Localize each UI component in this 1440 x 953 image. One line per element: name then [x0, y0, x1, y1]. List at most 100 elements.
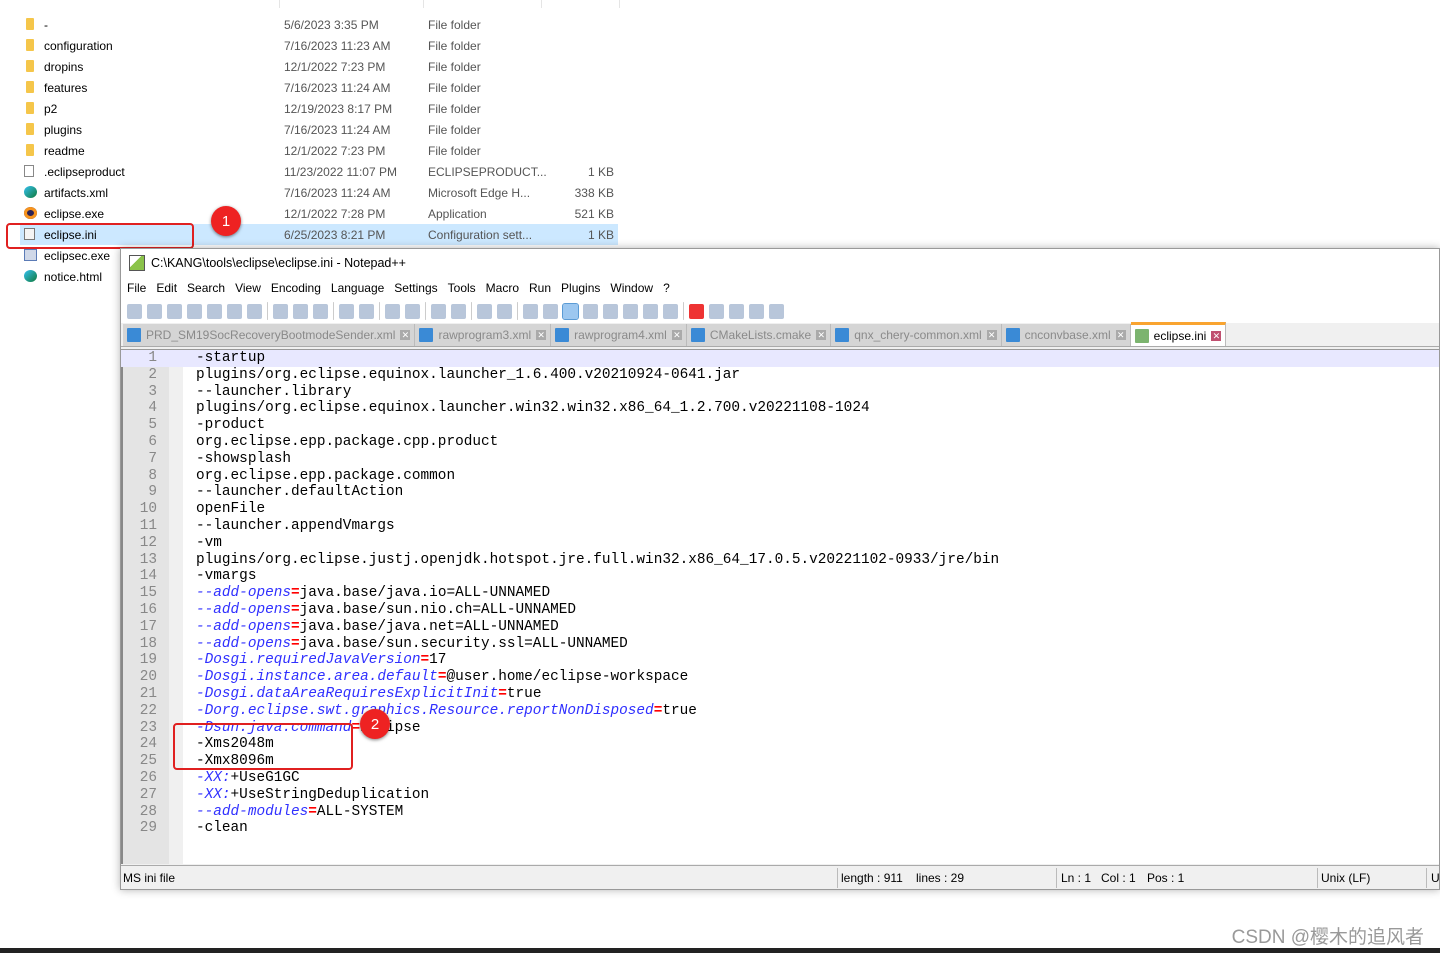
- sync-h-icon[interactable]: [497, 303, 512, 319]
- file-row[interactable]: plugins 7/16/2023 11:24 AM File folder: [20, 119, 618, 140]
- close-tab-icon[interactable]: ✕: [536, 330, 547, 340]
- redo-icon[interactable]: [359, 303, 374, 319]
- tab-prd-sm19socrecoverybootmodesender-xml[interactable]: PRD_SM19SocRecoveryBootmodeSender.xml ✕: [123, 324, 416, 346]
- line-number: 6: [148, 433, 157, 450]
- line-content: -Dorg.eclipse.swt.graphics.Resource.repo…: [196, 703, 697, 720]
- operator: =: [291, 618, 300, 635]
- folder-icon: [26, 60, 34, 72]
- menu-file[interactable]: File: [127, 281, 146, 295]
- save-icon[interactable]: [167, 303, 182, 319]
- line-number: 10: [139, 501, 157, 518]
- save-macro-icon[interactable]: [769, 303, 784, 319]
- close-tab-icon[interactable]: ✕: [400, 330, 411, 340]
- code-line: 26 -XX:+UseG1GC: [121, 770, 1439, 787]
- copy-icon[interactable]: [293, 303, 308, 319]
- code-line: 12 -vm: [121, 535, 1439, 552]
- text: org.eclipse.epp.package.common: [196, 467, 456, 484]
- menu-search[interactable]: Search: [187, 281, 225, 295]
- show-all-icon[interactable]: [543, 303, 558, 319]
- code-line: 21 -Dosgi.dataAreaRequiresExplicitInit=tr…: [121, 686, 1439, 703]
- zoom-in-icon[interactable]: [431, 303, 446, 319]
- tab-cnconvbase-xml[interactable]: cnconvbase.xml ✕: [1001, 324, 1131, 346]
- file-row[interactable]: configuration 7/16/2023 11:23 AM File fold…: [20, 35, 618, 56]
- line-number: 29: [139, 820, 157, 837]
- tab-qnx-chery-common-xml[interactable]: qnx_chery-common.xml ✕: [831, 324, 1002, 346]
- replace-icon[interactable]: [405, 303, 420, 319]
- menu-window[interactable]: Window: [610, 281, 653, 295]
- operator: =: [308, 803, 317, 820]
- status-eol[interactable]: Unix (LF): [1321, 871, 1370, 885]
- file-row[interactable]: readme 12/1/2022 7:23 PM File folder: [20, 140, 618, 161]
- record-macro-icon[interactable]: [689, 303, 704, 319]
- func-list-icon[interactable]: [623, 303, 638, 319]
- find-icon[interactable]: [385, 303, 400, 319]
- monitor-icon[interactable]: [663, 303, 678, 319]
- file-row[interactable]: artifacts.xml 7/16/2023 11:24 AM Microsoft…: [20, 182, 618, 203]
- line-content: -vm: [196, 535, 222, 552]
- user-lang-icon[interactable]: [583, 303, 598, 319]
- tab-rawprogram3-xml[interactable]: rawprogram3.xml ✕: [415, 324, 552, 346]
- text: -vmargs: [196, 568, 257, 585]
- tab-cmakelists-cmake[interactable]: CMakeLists.cmake ✕: [686, 324, 832, 346]
- save-all-icon[interactable]: [187, 303, 202, 319]
- code-line: 2 plugins/org.eclipse.equinox.launcher_1.…: [121, 367, 1439, 384]
- menu-view[interactable]: View: [235, 281, 261, 295]
- undo-icon[interactable]: [339, 303, 354, 319]
- keyword: -Dosgi.dataAreaRequiresExplicitInit: [196, 685, 499, 702]
- play-macro-icon[interactable]: [729, 303, 744, 319]
- menu-run[interactable]: Run: [529, 281, 551, 295]
- tab-label: PRD_SM19SocRecoveryBootmodeSender.xml: [146, 328, 396, 342]
- tab-rawprogram4-xml[interactable]: rawprogram4.xml ✕: [551, 324, 687, 346]
- menu-edit[interactable]: Edit: [156, 281, 177, 295]
- close-tab-icon[interactable]: ✕: [1115, 330, 1126, 340]
- file-row[interactable]: - 5/6/2023 3:35 PM File folder: [20, 14, 618, 35]
- sync-v-icon[interactable]: [477, 303, 492, 319]
- close-tab-icon[interactable]: ✕: [1211, 330, 1222, 341]
- text: -showsplash: [196, 450, 291, 467]
- operator: =: [291, 635, 300, 652]
- menu-tools[interactable]: Tools: [448, 281, 476, 295]
- menu-encoding[interactable]: Encoding: [271, 281, 321, 295]
- code-line: 6 org.eclipse.epp.package.cpp.product: [121, 434, 1439, 451]
- file-name: eclipsec.exe: [44, 248, 111, 263]
- code-editor[interactable]: 1 -startup 2 plugins/org.eclipse.equinox.la…: [121, 349, 1439, 864]
- close-all-icon[interactable]: [227, 303, 242, 319]
- wrap-icon[interactable]: [523, 303, 538, 319]
- zoom-out-icon[interactable]: [451, 303, 466, 319]
- status-encoding[interactable]: U: [1431, 871, 1440, 885]
- print-icon[interactable]: [247, 303, 262, 319]
- tab-eclipse-ini[interactable]: eclipse.ini ✕: [1130, 322, 1227, 346]
- menu-language[interactable]: Language: [331, 281, 384, 295]
- menu-plugins[interactable]: Plugins: [561, 281, 600, 295]
- line-content: --add-opens=java.base/java.io=ALL-UNNAME…: [196, 585, 550, 602]
- callout-box-eclipse-ini: [6, 223, 194, 249]
- close-tab-icon[interactable]: ✕: [816, 330, 827, 340]
- menu-settings[interactable]: Settings: [394, 281, 437, 295]
- stop-record-icon[interactable]: [709, 303, 724, 319]
- file-row[interactable]: eclipse.exe 12/1/2022 7:28 PM Application 5…: [20, 203, 618, 224]
- file-row[interactable]: features 7/16/2023 11:24 AM File folder: [20, 77, 618, 98]
- file-row[interactable]: .eclipseproduct 11/23/2022 11:07 PM ECLIPS…: [20, 161, 618, 182]
- code-line: 19 -Dosgi.requiredJavaVersion=17: [121, 652, 1439, 669]
- cut-icon[interactable]: [273, 303, 288, 319]
- line-number: 24: [139, 736, 157, 753]
- line-content: openFile: [196, 501, 265, 518]
- close-icon[interactable]: [207, 303, 222, 319]
- indent-guide-icon[interactable]: [562, 302, 579, 320]
- file-row[interactable]: p2 12/19/2023 8:17 PM File folder: [20, 98, 618, 119]
- open-icon[interactable]: [147, 303, 162, 319]
- close-tab-icon[interactable]: ✕: [671, 330, 682, 340]
- file-type: Microsoft Edge H...: [428, 185, 531, 200]
- line-content: plugins/org.eclipse.equinox.launcher.win…: [196, 400, 870, 417]
- doc-map-icon[interactable]: [603, 303, 618, 319]
- folder-workspace-icon[interactable]: [643, 303, 658, 319]
- run-macro-multiple-icon[interactable]: [749, 303, 764, 319]
- file-row[interactable]: dropins 12/1/2022 7:23 PM File folder: [20, 56, 618, 77]
- close-tab-icon[interactable]: ✕: [986, 330, 997, 340]
- line-number: 20: [139, 669, 157, 686]
- menu-help[interactable]: ?: [663, 281, 670, 295]
- new-icon[interactable]: [127, 303, 142, 319]
- menu-macro[interactable]: Macro: [486, 281, 519, 295]
- paste-icon[interactable]: [313, 303, 328, 319]
- status-bar: MS ini file length : 911 lines : 29 Ln :…: [121, 865, 1440, 889]
